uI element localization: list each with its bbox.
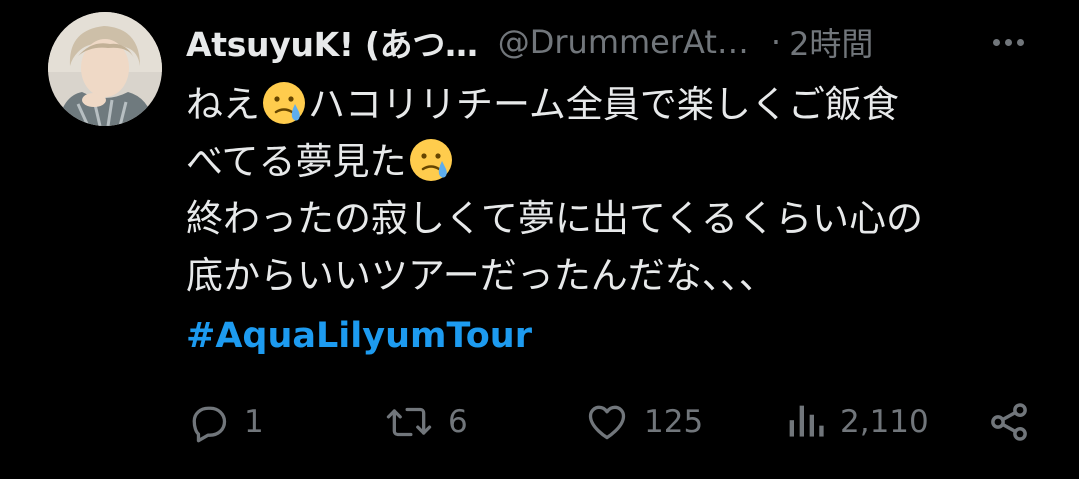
tweet-header: AtsuyuK! (あつ… @DrummerAt… · 2時間 — [186, 16, 1046, 68]
avatar-image — [48, 12, 162, 126]
tweet-card[interactable]: AtsuyuK! (あつ… @DrummerAt… · 2時間 ねえ ハコリリチー… — [0, 0, 1079, 479]
like-button[interactable]: 125 — [584, 400, 703, 444]
tweet-line-1: ねえ ハコリリチーム全員で楽しくご飯食 — [186, 76, 1066, 133]
reply-button[interactable]: 1 — [186, 400, 264, 444]
share-button[interactable] — [987, 400, 1031, 444]
retweet-count: 6 — [448, 404, 468, 440]
heart-icon — [588, 405, 626, 440]
crying-face-emoji — [261, 80, 307, 126]
reply-icon — [192, 406, 227, 443]
tweet-text: ねえ ハコリリチーム全員で楽しくご飯食 べてる夢見た 終わったの寂しくて夢に出てく… — [186, 76, 1066, 365]
author-name[interactable]: AtsuyuK! (あつ… — [186, 18, 478, 66]
separator-dot: · — [770, 23, 782, 61]
hashtag-link[interactable]: #AquaLilyumTour — [186, 308, 1066, 365]
tweet-text-segment: ハコリリチーム全員で楽しくご飯食 — [308, 83, 899, 126]
tweet-line-4: 底からいいツアーだったんだな、、、 — [186, 254, 776, 297]
timestamp[interactable]: 2時間 — [789, 19, 873, 65]
tweet-line-2: べてる夢見た — [186, 133, 1066, 190]
crying-face-emoji — [408, 137, 454, 183]
tweet-text-segment: べてる夢見た — [186, 140, 407, 183]
like-count: 125 — [644, 404, 704, 440]
more-dots-icon[interactable] — [986, 22, 1030, 62]
view-count: 2,110 — [840, 404, 929, 440]
tweet-text-segment: ねえ — [186, 83, 260, 126]
retweet-icon — [386, 407, 432, 437]
views-button[interactable]: 2,110 — [786, 400, 929, 444]
action-bar: 1 6 125 2,110 — [186, 392, 1031, 452]
author-handle[interactable]: @DrummerAt… — [498, 23, 749, 61]
retweet-button[interactable]: 6 — [384, 400, 468, 444]
reply-count: 1 — [244, 404, 264, 440]
views-chart-icon — [789, 405, 824, 437]
tweet-line-3: 終わったの寂しくて夢に出てくるくらい心の — [186, 197, 924, 240]
share-icon — [991, 403, 1027, 441]
avatar[interactable] — [48, 12, 162, 126]
